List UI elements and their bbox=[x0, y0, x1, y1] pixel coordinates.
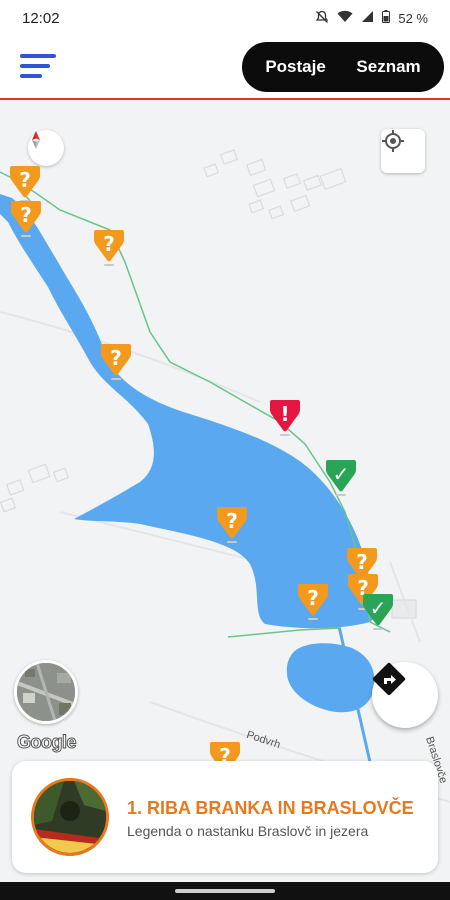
marker-glyph: ! bbox=[280, 402, 290, 426]
app-root: 12:02 52 % Postaje Seznam Podvrh Braslov… bbox=[0, 0, 450, 900]
list-button[interactable]: Seznam bbox=[350, 51, 426, 83]
battery-level: 52 % bbox=[398, 10, 428, 26]
marker-glyph: ? bbox=[110, 346, 122, 370]
station-marker[interactable]: ? bbox=[99, 342, 133, 382]
status-time: 12:02 bbox=[22, 9, 60, 27]
satellite-layer-toggle[interactable] bbox=[14, 660, 78, 724]
my-location-button[interactable] bbox=[381, 129, 425, 173]
station-thumbnail bbox=[31, 778, 109, 856]
notifications-off-icon bbox=[315, 10, 329, 27]
wifi-icon bbox=[337, 10, 353, 26]
station-subtitle: Legenda o nastanku Braslovč in jezera bbox=[127, 823, 369, 839]
app-bar: Postaje Seznam bbox=[0, 36, 450, 100]
station-title: 1. RIBA BRANKA IN BRASLOVČE bbox=[127, 798, 414, 818]
marker-glyph: ✓ bbox=[332, 462, 350, 486]
battery-icon bbox=[382, 10, 391, 26]
compass-icon bbox=[32, 131, 40, 149]
status-bar: 12:02 52 % bbox=[0, 0, 450, 36]
marker-glyph: ? bbox=[307, 586, 319, 610]
status-icons: 52 % bbox=[315, 10, 428, 27]
signal-icon bbox=[361, 10, 374, 26]
marker-glyph: ? bbox=[20, 203, 32, 227]
satellite-preview-icon bbox=[17, 663, 75, 721]
station-marker[interactable]: ? bbox=[92, 228, 126, 268]
station-marker[interactable]: ? bbox=[296, 582, 330, 622]
marker-glyph: ? bbox=[103, 232, 115, 256]
my-location-icon bbox=[382, 130, 404, 152]
view-toggle: Postaje Seznam bbox=[242, 42, 444, 92]
hamburger-menu-icon[interactable] bbox=[20, 52, 56, 82]
google-logo: Google bbox=[17, 732, 78, 753]
directions-button[interactable] bbox=[372, 662, 438, 728]
marker-glyph: ? bbox=[356, 550, 368, 574]
station-marker[interactable]: ✓ bbox=[324, 458, 358, 498]
marker-glyph: ? bbox=[19, 168, 31, 192]
marker-glyph: ? bbox=[226, 509, 238, 533]
station-marker[interactable]: ✓ bbox=[361, 592, 395, 632]
directions-icon bbox=[372, 662, 406, 696]
stations-button[interactable]: Postaje bbox=[259, 51, 331, 83]
station-marker[interactable]: ? bbox=[9, 199, 43, 239]
station-card[interactable]: 1. RIBA BRANKA IN BRASLOVČE Legenda o na… bbox=[12, 761, 438, 873]
station-marker[interactable]: ! bbox=[268, 398, 302, 438]
station-marker[interactable]: ? bbox=[8, 164, 42, 204]
marker-glyph: ✓ bbox=[369, 596, 387, 620]
system-nav-bar bbox=[0, 882, 450, 900]
station-marker[interactable]: ? bbox=[215, 505, 249, 545]
compass-button[interactable] bbox=[28, 130, 64, 166]
home-gesture-handle[interactable] bbox=[175, 889, 275, 893]
